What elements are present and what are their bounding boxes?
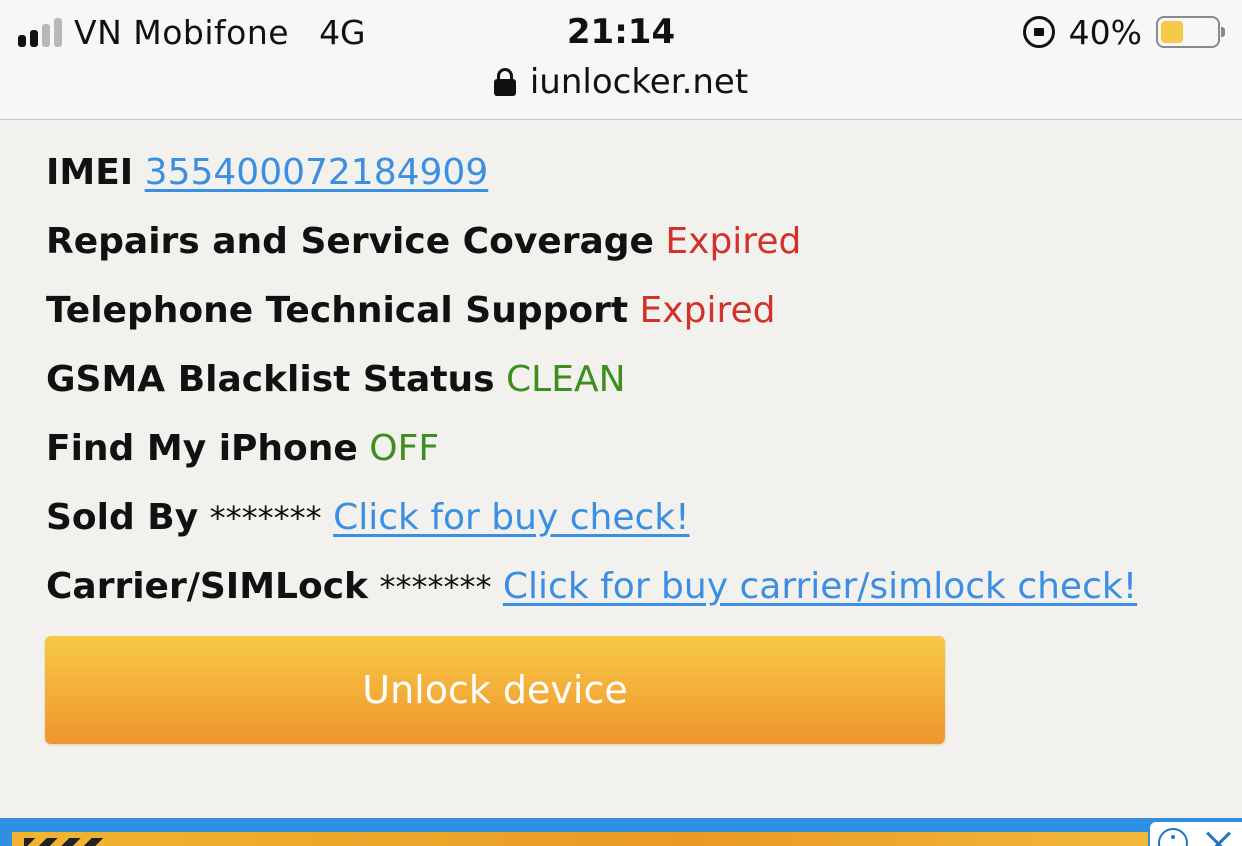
fmi-status: OFF: [369, 428, 440, 469]
phone-support-row: Telephone Technical Support Expired: [46, 284, 1226, 353]
ad-banner[interactable]: [0, 818, 1242, 846]
imei-link[interactable]: 355400072184909: [145, 152, 489, 193]
signal-bar: [18, 35, 26, 47]
signal-bar: [30, 30, 38, 47]
carrier-row: Carrier/SIMLock ******* Click for buy ca…: [46, 560, 1226, 629]
imei-label: IMEI: [46, 152, 134, 193]
close-icon[interactable]: [1204, 828, 1234, 846]
carrier-label: Carrier/SIMLock: [46, 566, 368, 607]
address-bar[interactable]: iunlocker.net: [0, 60, 1242, 104]
network-type: 4G: [319, 12, 366, 52]
imei-row: IMEI 355400072184909: [46, 146, 1226, 215]
signal-icon: [18, 17, 62, 47]
repairs-label: Repairs and Service Coverage: [46, 221, 654, 262]
orientation-lock-icon: [1022, 16, 1055, 48]
buy-carrier-check-link[interactable]: Click for buy carrier/simlock check!: [503, 566, 1137, 607]
gsma-label: GSMA Blacklist Status: [46, 359, 495, 400]
status-right: 40%: [1022, 10, 1225, 54]
phone-support-status: Expired: [639, 290, 776, 331]
gsma-status: CLEAN: [506, 359, 626, 400]
ad-controls: [1150, 822, 1242, 846]
status-left: VN Mobifone 4G: [18, 10, 366, 54]
signal-bar: [54, 18, 62, 47]
ad-image[interactable]: [12, 832, 1148, 846]
carrier-mask: *******: [379, 568, 492, 606]
sold-by-label: Sold By: [46, 497, 199, 538]
clock: 21:14: [566, 12, 676, 52]
sold-by-row: Sold By ******* Click for buy check!: [46, 491, 1226, 560]
url-text[interactable]: iunlocker.net: [530, 62, 748, 102]
fmi-row: Find My iPhone OFF: [46, 422, 1226, 491]
battery-icon: [1156, 16, 1225, 48]
battery-percent: 40%: [1068, 12, 1142, 52]
device-details: IMEI 355400072184909 Repairs and Service…: [46, 146, 1226, 629]
lock-icon: [493, 67, 516, 97]
unlock-device-button[interactable]: Unlock device: [45, 636, 945, 744]
signal-bar: [42, 24, 50, 47]
gsma-row: GSMA Blacklist Status CLEAN: [46, 353, 1226, 422]
top-bar: VN Mobifone 4G 21:14 40% iunlocker.net: [0, 0, 1242, 120]
repairs-row: Repairs and Service Coverage Expired: [46, 215, 1226, 284]
repairs-status: Expired: [665, 221, 802, 262]
battery-fill: [1161, 21, 1183, 43]
info-icon[interactable]: [1158, 828, 1188, 846]
sold-by-mask: *******: [209, 499, 322, 537]
buy-check-link[interactable]: Click for buy check!: [333, 497, 689, 538]
carrier-name: VN Mobifone: [74, 12, 290, 52]
phone-support-label: Telephone Technical Support: [46, 290, 629, 331]
fmi-label: Find My iPhone: [46, 428, 358, 469]
